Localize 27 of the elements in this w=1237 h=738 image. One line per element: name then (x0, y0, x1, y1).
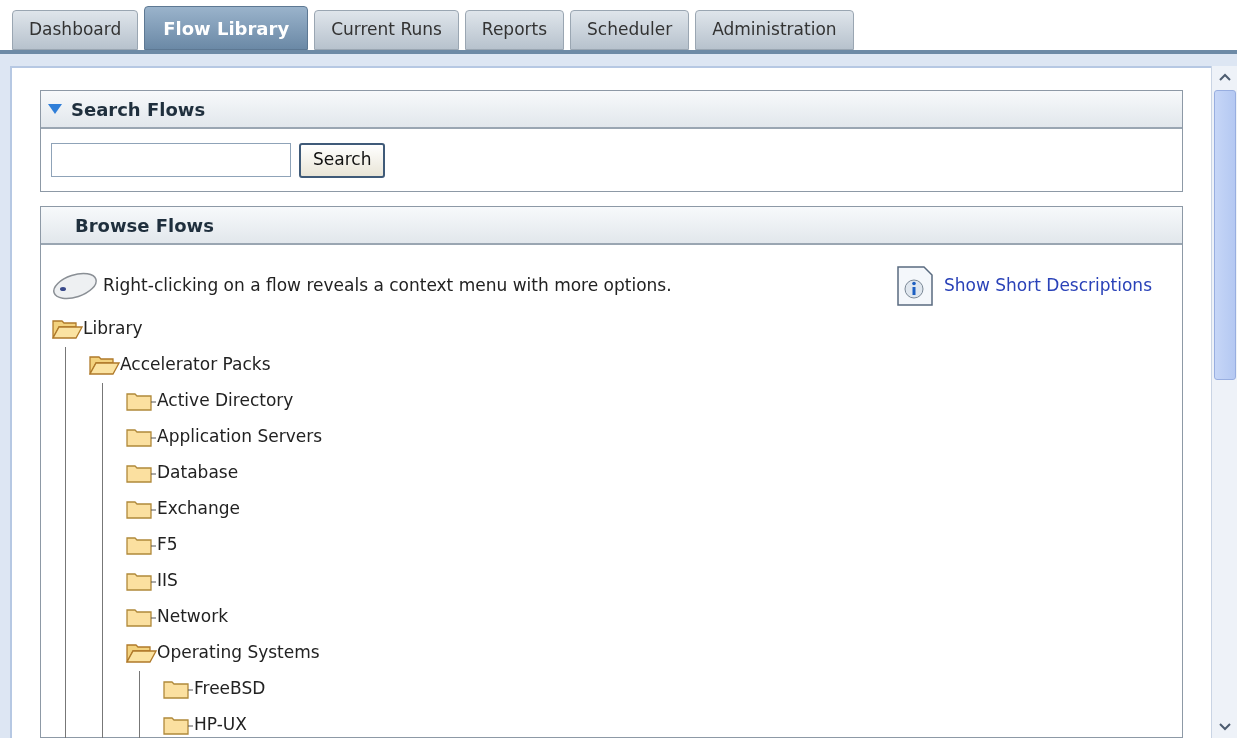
tree-item[interactable]: Exchange (157, 496, 241, 522)
tree-item[interactable]: Library (83, 316, 143, 342)
panel-title: Browse Flows (75, 213, 214, 238)
tree-item[interactable]: Application Servers (157, 424, 322, 450)
collapse-triangle-icon[interactable] (47, 103, 63, 115)
tab[interactable]: Reports (464, 10, 565, 50)
tree-item[interactable]: IIS (157, 568, 178, 594)
tree-item[interactable]: F5 (157, 532, 178, 558)
mouse-icon (51, 271, 99, 301)
hint-text: Right-clicking on a flow reveals a context menu with more options. (103, 274, 672, 298)
tab[interactable]: Scheduler (570, 10, 690, 50)
show-descriptions-link[interactable]: Show Short Descriptions (944, 273, 1152, 299)
tree-item[interactable]: Operating Systems (157, 640, 320, 666)
search-button[interactable]: Search (299, 142, 386, 178)
search-field[interactable] (51, 143, 291, 177)
tab[interactable]: Current Runs (314, 10, 459, 50)
tree-item[interactable]: Network (157, 604, 228, 630)
info-document-icon (896, 265, 934, 307)
panel-title: Search Flows (71, 97, 206, 122)
tree-item[interactable]: FreeBSD (194, 676, 266, 702)
tree-item[interactable]: HP-UX (194, 712, 247, 738)
tab[interactable]: Dashboard (12, 10, 139, 50)
tree-item[interactable]: Accelerator Packs (120, 352, 271, 378)
tab[interactable]: Administration (695, 10, 854, 50)
tree-item[interactable]: Active Directory (157, 388, 294, 414)
scroll-thumb[interactable] (1213, 90, 1236, 380)
tree-item[interactable]: Database (157, 460, 239, 486)
